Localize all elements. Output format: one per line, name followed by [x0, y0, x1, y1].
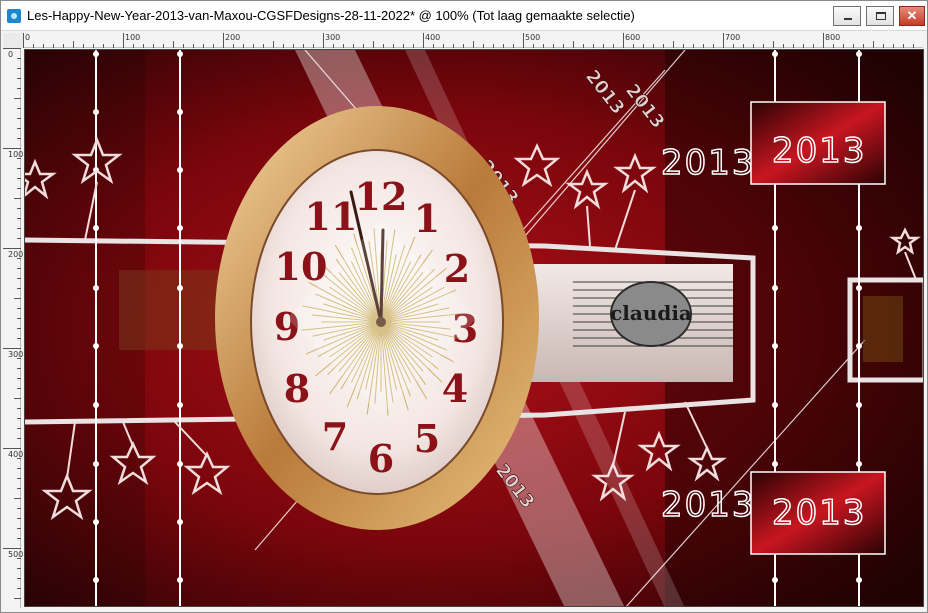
- title-bar[interactable]: Les-Happy-New-Year-2013-van-Maxou-CGSFDe…: [1, 1, 927, 31]
- maximize-button[interactable]: [866, 6, 894, 26]
- clock-number-2: 2: [444, 246, 470, 291]
- ruler-label-600: 600: [625, 33, 641, 42]
- close-icon: ✕: [906, 8, 918, 23]
- year-label-bottom-left: 2013: [661, 485, 756, 525]
- clock-number-8: 8: [284, 366, 310, 411]
- new-year-artwork: claudia 2013 2013 2013 2013 2013 2013 20…: [25, 50, 923, 606]
- ruler-label-800: 800: [825, 33, 841, 42]
- maximize-icon: [876, 12, 886, 20]
- clock-number-4: 4: [442, 366, 468, 411]
- clock-number-11: 11: [305, 194, 358, 239]
- ruler-vlabel-100: 100: [8, 150, 24, 159]
- right-window-box: [863, 296, 903, 362]
- clock: 12 1 2 3 4 5 6 7 8 9 10 11: [215, 106, 539, 530]
- clock-number-6: 6: [368, 436, 394, 481]
- ruler-label-0: 0: [25, 33, 31, 42]
- app-icon: [7, 9, 21, 23]
- window-title: Les-Happy-New-Year-2013-van-Maxou-CGSFDe…: [27, 8, 635, 23]
- ruler-label-200: 200: [225, 33, 241, 42]
- ruler-label-300: 300: [325, 33, 341, 42]
- watermark-text: claudia: [610, 301, 692, 325]
- ruler-vlabel-400: 400: [8, 450, 24, 459]
- horizontal-ruler[interactable]: 0 100 200 300 400 500 600 700 800: [23, 33, 923, 48]
- clock-number-1: 1: [414, 196, 440, 241]
- horizontal-ruler-ticks: [23, 33, 914, 48]
- ruler-label-700: 700: [725, 33, 741, 42]
- ruler-label-100: 100: [125, 33, 141, 42]
- ruler-label-400: 400: [425, 33, 441, 42]
- year-label-top-right: 2013: [772, 131, 867, 171]
- ruler-vlabel-200: 200: [8, 250, 24, 259]
- vertical-ruler[interactable]: 0 100 200 300 400 500: [3, 48, 24, 608]
- clock-number-12: 12: [355, 174, 408, 219]
- year-label-top-left: 2013: [661, 143, 756, 183]
- editor-window: Les-Happy-New-Year-2013-van-Maxou-CGSFDe…: [0, 0, 928, 613]
- clock-number-7: 7: [322, 414, 348, 459]
- minimize-icon: [844, 18, 852, 20]
- year-label-bottom-right: 2013: [772, 493, 867, 533]
- ruler-corner: [3, 33, 23, 48]
- ruler-vlabel-500: 500: [8, 550, 24, 559]
- left-window-box: [119, 270, 229, 350]
- clock-number-10: 10: [275, 244, 328, 289]
- minimize-button[interactable]: [833, 6, 861, 26]
- ruler-vlabel-0: 0: [8, 50, 14, 59]
- close-button[interactable]: ✕: [899, 6, 925, 26]
- vertical-ruler-ticks: [3, 48, 21, 599]
- clock-number-5: 5: [414, 416, 440, 461]
- ruler-vlabel-300: 300: [8, 350, 24, 359]
- ruler-label-500: 500: [525, 33, 541, 42]
- image-canvas[interactable]: claudia 2013 2013 2013 2013 2013 2013 20…: [24, 49, 924, 607]
